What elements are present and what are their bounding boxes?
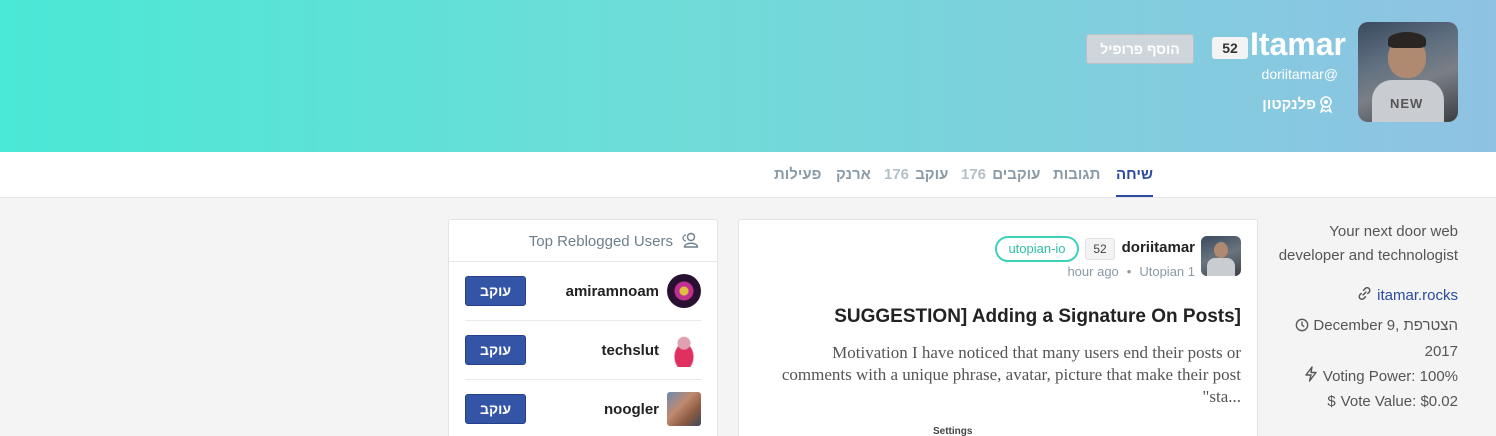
user-name[interactable]: techslut (601, 342, 659, 359)
tab-blog[interactable]: שיחה (1116, 166, 1153, 197)
clock-icon (1295, 316, 1309, 340)
post-meta: hour ago • Utopian 1 (1067, 264, 1195, 279)
rank-label: פלנקטון (1262, 95, 1316, 113)
followers-count: 176 (961, 166, 987, 183)
user-name[interactable]: noogler (604, 401, 659, 418)
follow-button[interactable]: עוקב (465, 335, 526, 365)
profile-bio: Your next door web developer and technol… (1278, 223, 1458, 264)
reputation-badge: 52 (1212, 37, 1248, 59)
top-reblogged-card: Top Reblogged Users amiramnoam עוקב tech… (448, 219, 718, 436)
website-line: itamar.rocks (1357, 286, 1458, 305)
voting-power-text: Voting Power: 100% (1322, 367, 1458, 385)
profile-handle: doriitamar@ (1261, 66, 1338, 82)
post-image-caption: Settings (933, 426, 973, 436)
voting-power-line: Voting Power: 100% (1304, 366, 1458, 386)
top-reblogged-title: Top Reblogged Users (528, 233, 673, 250)
tab-wallet[interactable]: ארנק (836, 166, 871, 183)
list-item: noogler עוקב (465, 380, 701, 436)
tab-activity[interactable]: פעילות (774, 166, 821, 183)
users-icon (681, 232, 699, 253)
joined-text: December 9, הצטרפת 2017 (1313, 317, 1458, 360)
tab-following[interactable]: 176 עוקב (884, 166, 948, 183)
post-excerpt[interactable]: Motivation I have noticed that many user… (771, 342, 1241, 408)
link-icon (1357, 286, 1372, 305)
joined-date: December 9, הצטרפת 2017 (1278, 314, 1458, 364)
website-link[interactable]: itamar.rocks (1377, 287, 1458, 304)
vote-value-line: $ Vote Value: $0.02 (1327, 393, 1458, 410)
post-author-avatar[interactable] (1201, 236, 1241, 276)
meta-separator: • (1126, 264, 1132, 279)
tab-followers[interactable]: 176 עוקבים (961, 166, 1040, 183)
following-count: 176 (884, 166, 910, 183)
vote-value-text: Vote Value: $0.02 (1340, 393, 1458, 410)
user-avatar[interactable] (667, 274, 701, 308)
post-title[interactable]: SUGGESTION] Adding a Signature On Posts] (834, 306, 1241, 328)
post-community[interactable]: Utopian 1 (1139, 264, 1195, 279)
profile-avatar[interactable]: NEW (1358, 22, 1458, 122)
profile-rank: פלנקטון (1262, 95, 1334, 113)
user-name[interactable]: amiramnoam (566, 283, 659, 300)
list-item: techslut עוקב (465, 321, 701, 380)
list-item: amiramnoam עוקב (465, 262, 701, 321)
following-label: עוקב (915, 166, 949, 183)
post-tag[interactable]: utopian-io (995, 236, 1079, 262)
dollar-icon: $ (1327, 393, 1336, 410)
user-avatar[interactable] (667, 392, 701, 426)
user-avatar[interactable] (667, 333, 701, 367)
profile-name: Itamar (1249, 26, 1346, 62)
post-time[interactable]: hour ago (1067, 264, 1118, 279)
bolt-icon (1304, 366, 1318, 386)
top-reblogged-header: Top Reblogged Users (449, 220, 717, 262)
profile-banner: NEW Itamar 52 הוסף פרופיל doriitamar@ פל… (0, 0, 1496, 152)
tab-comments[interactable]: תגובות (1053, 166, 1100, 183)
post-author-reputation: 52 (1085, 238, 1115, 260)
follow-button[interactable]: עוקב (465, 394, 526, 424)
profile-tabs: שיחה תגובות 176 עוקבים 176 עוקב ארנק פעי… (0, 152, 1496, 198)
add-profile-button[interactable]: הוסף פרופיל (1086, 34, 1194, 64)
post-card[interactable]: doriitamar 52 utopian-io hour ago • Utopia… (738, 219, 1258, 436)
award-icon (1318, 95, 1334, 113)
followers-label: עוקבים (992, 166, 1041, 183)
follow-button[interactable]: עוקב (465, 276, 526, 306)
post-author[interactable]: doriitamar (1122, 239, 1195, 256)
